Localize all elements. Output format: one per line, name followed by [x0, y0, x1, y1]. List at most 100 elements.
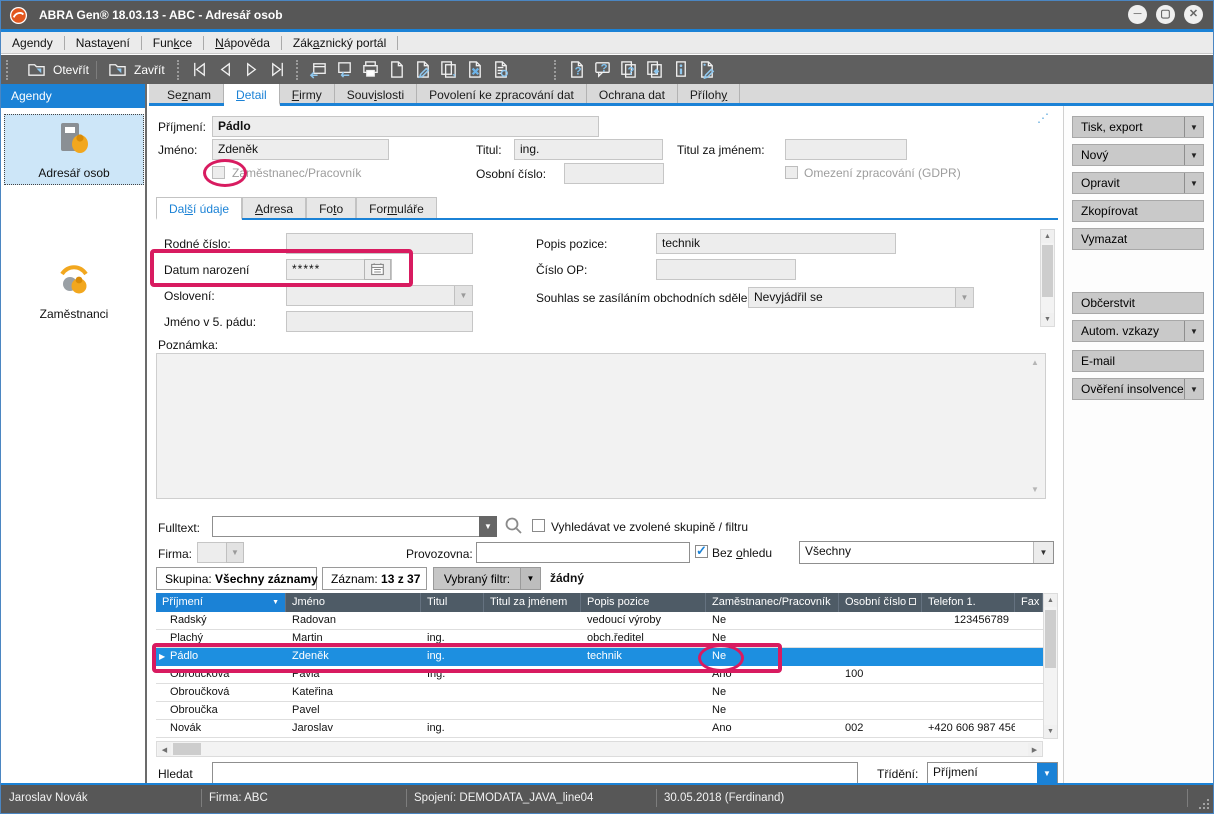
- menu-item-3[interactable]: Nápověda: [204, 32, 281, 54]
- subtab-0[interactable]: Další údaje: [156, 197, 242, 220]
- tab-0[interactable]: Seznam: [155, 84, 224, 103]
- chevron-down-icon[interactable]: ▼: [454, 286, 472, 305]
- tab-2[interactable]: Firmy: [280, 84, 335, 103]
- scroll-left-icon[interactable]: ◀: [158, 743, 171, 756]
- table-row-1[interactable]: PlachýMartining.obch.ředitelNe: [156, 630, 1043, 648]
- surname-field[interactable]: Pádlo: [212, 116, 599, 137]
- column-header-4[interactable]: Popis pozice: [581, 593, 706, 612]
- table-row-6[interactable]: NovákJaroslaving.Ano002+420 606 987 456: [156, 720, 1043, 738]
- subtab-2[interactable]: Foto: [306, 197, 356, 218]
- consent-combo[interactable]: Nevyjádřil se▼: [748, 287, 974, 308]
- column-header-0[interactable]: Příjmení▼: [156, 593, 286, 612]
- scroll-thumb[interactable]: [173, 743, 201, 755]
- group-box[interactable]: Skupina: Všechny záznamy: [156, 567, 317, 590]
- open-in-window-icon[interactable]: [308, 59, 330, 81]
- toolbar-grip[interactable]: [177, 60, 180, 80]
- menu-item-0[interactable]: Agendy: [1, 32, 64, 54]
- related-docs-icon[interactable]: [644, 59, 666, 81]
- column-header-3[interactable]: Titul za jménem: [484, 593, 581, 612]
- subtab-3[interactable]: Formuláře: [356, 197, 437, 218]
- id-card-field[interactable]: [656, 259, 796, 280]
- table-row-2[interactable]: ▶PádloZdeněking.technikNe: [156, 648, 1043, 666]
- chevron-down-icon[interactable]: ▼: [1033, 542, 1053, 563]
- menu-item-4[interactable]: Zákaznický portál: [282, 32, 397, 54]
- birth-number-field[interactable]: [286, 233, 473, 254]
- column-header-2[interactable]: Titul: [421, 593, 484, 612]
- action-button-6[interactable]: Autom. vzkazy▼: [1072, 320, 1204, 342]
- action-button-0[interactable]: Tisk, export▼: [1072, 116, 1204, 138]
- scroll-up-icon[interactable]: ▲: [1041, 230, 1054, 243]
- table-row-3[interactable]: ObroučkováPavlaIng.Ano100: [156, 666, 1043, 684]
- search-icon[interactable]: [504, 516, 524, 541]
- toolbar-grip[interactable]: [296, 60, 299, 80]
- close-icon[interactable]: ✕: [1184, 5, 1203, 24]
- next-record-icon[interactable]: [241, 59, 263, 81]
- action-dropdown-icon[interactable]: ▼: [1184, 173, 1203, 193]
- column-header-7[interactable]: Telefon 1.: [922, 593, 1015, 612]
- filter-dropdown-icon[interactable]: ▼: [520, 567, 541, 590]
- minimize-icon[interactable]: ─: [1128, 5, 1147, 24]
- action-button-3[interactable]: Zkopírovat: [1072, 200, 1204, 222]
- scroll-up-icon[interactable]: ▲: [1044, 594, 1057, 607]
- document-list-icon[interactable]: [490, 59, 512, 81]
- salutation-combo[interactable]: ▼: [286, 285, 473, 306]
- title-field[interactable]: ing.: [514, 139, 663, 160]
- position-field[interactable]: technik: [656, 233, 896, 254]
- column-header-1[interactable]: Jméno: [286, 593, 421, 612]
- chevron-down-icon[interactable]: ▼: [226, 542, 244, 563]
- column-header-5[interactable]: Zaměstnanec/Pracovník: [706, 593, 839, 612]
- regardless-checkbox[interactable]: [695, 545, 708, 558]
- calendar-icon[interactable]: [364, 259, 391, 280]
- sidebar-item-adresar-osob[interactable]: Adresář osob: [4, 114, 144, 185]
- info-icon[interactable]: [670, 59, 692, 81]
- context-help-icon[interactable]: ?: [592, 59, 614, 81]
- toolbar-grip[interactable]: [554, 60, 557, 80]
- prev-record-icon[interactable]: [215, 59, 237, 81]
- table-row-5[interactable]: ObroučkaPavelNe: [156, 702, 1043, 720]
- resize-grip-icon[interactable]: [1198, 798, 1210, 810]
- branch-combo[interactable]: [476, 542, 690, 563]
- menu-item-2[interactable]: Funkce: [142, 32, 203, 54]
- switch-window-icon[interactable]: [334, 59, 356, 81]
- maximize-icon[interactable]: ▢: [1156, 5, 1175, 24]
- scope-combo[interactable]: Všechny▼: [799, 541, 1054, 564]
- detail-scrollbar[interactable]: ▲ ▼: [1040, 229, 1055, 327]
- search-in-group-checkbox[interactable]: [532, 519, 545, 532]
- edit-document-icon[interactable]: [412, 59, 434, 81]
- action-button-5[interactable]: Občerstvit: [1072, 292, 1204, 314]
- action-button-7[interactable]: E-mail: [1072, 350, 1204, 372]
- tab-3[interactable]: Souvislosti: [335, 84, 417, 103]
- action-button-1[interactable]: Nový▼: [1072, 144, 1204, 166]
- subtab-1[interactable]: Adresa: [242, 197, 306, 218]
- table-row-4[interactable]: ObroučkováKateřinaNe: [156, 684, 1043, 702]
- scroll-down-icon[interactable]: ▼: [1044, 725, 1057, 738]
- gdpr-checkbox[interactable]: [785, 166, 798, 179]
- new-document-icon[interactable]: [386, 59, 408, 81]
- column-header-8[interactable]: Fax: [1015, 593, 1043, 612]
- delete-document-icon[interactable]: [464, 59, 486, 81]
- scroll-thumb[interactable]: [1045, 610, 1056, 668]
- action-dropdown-icon[interactable]: ▼: [1184, 321, 1203, 341]
- selected-filter-button[interactable]: Vybraný filtr:: [433, 567, 521, 590]
- action-button-4[interactable]: Vymazat: [1072, 228, 1204, 250]
- personal-number-field[interactable]: [564, 163, 664, 184]
- tab-1[interactable]: Detail: [224, 84, 280, 106]
- toolbar-grip[interactable]: [6, 60, 9, 80]
- first-record-icon[interactable]: [189, 59, 211, 81]
- panel-resize-icon[interactable]: ⋰: [1037, 111, 1049, 125]
- chevron-down-icon[interactable]: ▼: [1037, 763, 1057, 783]
- sort-combo[interactable]: Příjmení▼: [927, 762, 1058, 784]
- action-dropdown-icon[interactable]: ▼: [1184, 145, 1203, 165]
- action-dropdown-icon[interactable]: ▼: [1184, 117, 1203, 137]
- tab-6[interactable]: Přílohy: [678, 84, 740, 103]
- print-icon[interactable]: [360, 59, 382, 81]
- last-record-icon[interactable]: [267, 59, 289, 81]
- table-row-0[interactable]: RadskýRadovanvedoucí výrobyNe123456789: [156, 612, 1043, 630]
- fulltext-combo[interactable]: [212, 516, 497, 537]
- chevron-down-icon[interactable]: ▼: [955, 288, 973, 307]
- scroll-down-icon[interactable]: ▼: [1031, 485, 1039, 494]
- table-hscrollbar[interactable]: ◀ ▶: [156, 741, 1043, 757]
- action-button-8[interactable]: Ověření insolvence▼: [1072, 378, 1204, 400]
- tab-5[interactable]: Ochrana dat: [587, 84, 678, 103]
- edit-note-icon[interactable]: [696, 59, 718, 81]
